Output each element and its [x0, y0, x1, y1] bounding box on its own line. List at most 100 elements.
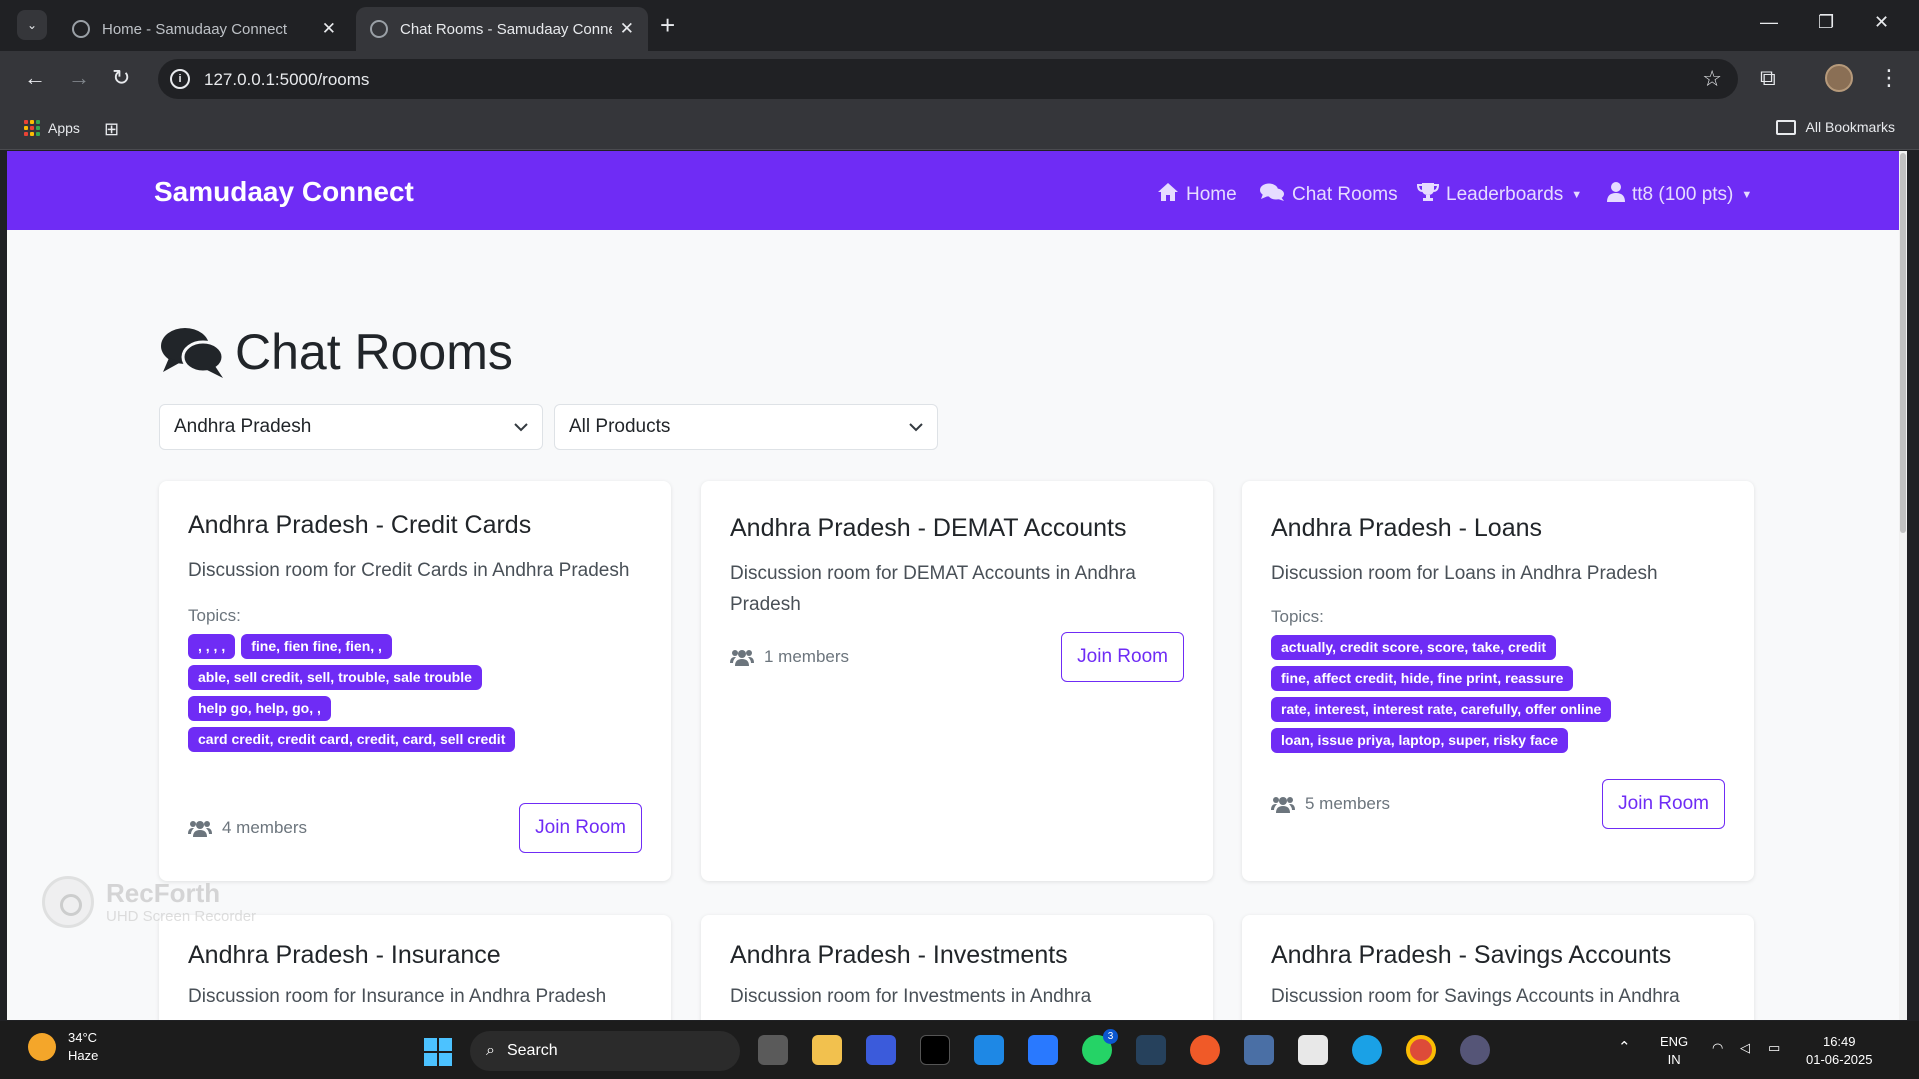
nav-home[interactable]: Home	[1157, 182, 1237, 208]
clock[interactable]: 16:49 01-06-2025	[1806, 1033, 1873, 1069]
scrollbar-thumb[interactable]	[1900, 153, 1906, 533]
nav-chat-rooms[interactable]: Chat Rooms	[1259, 182, 1398, 208]
topics-label: Topics:	[188, 606, 241, 625]
whatsapp-icon[interactable]: 3	[1082, 1029, 1118, 1065]
nav-user-menu[interactable]: tt8 (100 pts) ▼	[1607, 182, 1752, 208]
tab-chat-rooms[interactable]: Chat Rooms - Samudaay Connect ✕	[356, 7, 648, 51]
comments-icon	[159, 324, 225, 380]
start-button[interactable]	[424, 1038, 452, 1066]
tab-search-button[interactable]: ⌄	[17, 10, 47, 40]
tab-favicon-icon	[370, 20, 388, 38]
room-title: Andhra Pradesh - Savings Accounts	[1271, 941, 1672, 969]
all-bookmarks[interactable]: All Bookmarks	[1775, 119, 1895, 135]
search-icon: ⌕	[486, 1042, 495, 1059]
nav-home-label: Home	[1186, 184, 1237, 205]
menu-dots-icon[interactable]: ⋮	[1878, 65, 1900, 91]
edge-icon[interactable]	[1352, 1035, 1382, 1065]
nav-chat-rooms-label: Chat Rooms	[1292, 184, 1398, 205]
chrome-icon[interactable]	[1406, 1035, 1436, 1065]
volume-icon[interactable]: ◁	[1740, 1039, 1750, 1057]
room-description: Discussion room for Investments in Andhr…	[730, 986, 1092, 1007]
room-footer: 4 members Join Room	[188, 803, 642, 853]
site-info-icon[interactable]: i	[170, 69, 190, 89]
room-card-loans: Andhra Pradesh - Loans Discussion room f…	[1242, 481, 1754, 881]
caret-down-icon: ▼	[1741, 189, 1753, 201]
app-icon[interactable]	[1190, 1035, 1220, 1065]
topics-label: Topics:	[1271, 607, 1324, 626]
tab-favicon-icon	[72, 20, 90, 38]
wifi-icon[interactable]: ◠	[1712, 1039, 1723, 1057]
browser-tab-strip: ⌄ Home - Samudaay Connect ✕ Chat Rooms -…	[0, 0, 1919, 51]
product-filter-value: All Products	[569, 416, 671, 437]
window-close-icon[interactable]: ✕	[1874, 12, 1889, 33]
clock-time: 16:49	[1822, 1034, 1856, 1049]
os-taskbar: 34°C Haze ⌕ Search 3 ⌃ ENG IN ◠ ◁ ▭ 16:4…	[0, 1021, 1919, 1079]
back-icon[interactable]: ←	[24, 65, 46, 91]
address-bar[interactable]: i 127.0.0.1:5000/rooms ☆	[158, 59, 1738, 99]
weather-widget[interactable]: 34°C Haze	[28, 1029, 98, 1065]
url-text[interactable]: 127.0.0.1:5000/rooms	[204, 70, 369, 90]
bookmark-star-icon[interactable]: ☆	[1702, 66, 1722, 92]
calculator-icon[interactable]	[1244, 1035, 1274, 1065]
tab-close-icon[interactable]: ✕	[322, 19, 336, 39]
taskbar-search[interactable]: ⌕ Search	[470, 1031, 740, 1071]
product-filter-select[interactable]: All Products	[554, 404, 938, 450]
page-heading: Chat Rooms	[159, 323, 513, 381]
page-scrollbar[interactable]	[1899, 151, 1907, 1020]
user-icon	[1607, 182, 1625, 208]
state-filter-select[interactable]: Andhra Pradesh	[159, 404, 543, 450]
comments-icon	[1259, 182, 1285, 208]
tray-chevron-icon[interactable]: ⌃	[1618, 1039, 1631, 1057]
notepad-icon[interactable]	[1028, 1035, 1058, 1065]
chevron-down-icon	[909, 420, 923, 435]
site-navbar: Samudaay Connect Home Chat Rooms Leaderb…	[7, 151, 1907, 230]
task-view-icon[interactable]	[758, 1035, 788, 1065]
reload-icon[interactable]: ↻	[112, 65, 130, 91]
room-footer: 5 members Join Room	[1271, 779, 1725, 829]
extensions-icon[interactable]: ⧉	[1760, 65, 1776, 91]
trophy-icon	[1416, 182, 1440, 208]
tab-title: Chat Rooms - Samudaay Connect	[400, 20, 612, 38]
room-title: Andhra Pradesh - Insurance	[188, 941, 501, 969]
whatsapp-badge: 3	[1103, 1029, 1118, 1044]
join-room-button[interactable]: Join Room	[1602, 779, 1725, 829]
site-brand[interactable]: Samudaay Connect	[154, 176, 414, 208]
recorder-logo-icon	[42, 876, 94, 928]
member-count: 1 members	[730, 647, 849, 667]
member-count-label: 4 members	[222, 818, 308, 837]
tab-close-icon[interactable]: ✕	[620, 19, 634, 39]
tab-home[interactable]: Home - Samudaay Connect ✕	[58, 7, 350, 51]
join-room-button[interactable]: Join Room	[1061, 632, 1184, 682]
app-icon[interactable]	[866, 1035, 896, 1065]
bookmark-apps[interactable]: Apps	[24, 120, 80, 136]
profile-avatar[interactable]	[1825, 64, 1853, 92]
users-icon	[730, 648, 754, 666]
weather-condition: Haze	[68, 1048, 99, 1063]
topic-badge: fine, fien fine, fien, ,	[241, 634, 392, 659]
clock-date: 01-06-2025	[1806, 1052, 1873, 1067]
tab-title: Home - Samudaay Connect	[102, 20, 288, 38]
weather-temp: 34°C	[68, 1030, 98, 1045]
new-tab-icon[interactable]: +	[660, 11, 675, 39]
restore-icon[interactable]: ❐	[1818, 12, 1834, 33]
vscode-icon[interactable]	[974, 1035, 1004, 1065]
users-icon	[188, 819, 212, 837]
member-count-label: 1 members	[764, 647, 850, 666]
room-card-credit-cards: Andhra Pradesh - Credit Cards Discussion…	[159, 481, 671, 881]
topic-badge: card credit, credit card, credit, card, …	[188, 727, 516, 752]
terminal-icon[interactable]	[920, 1035, 950, 1065]
tab-groups-icon[interactable]: ⊞	[104, 119, 119, 140]
settings-icon[interactable]	[1460, 1035, 1490, 1065]
battery-icon[interactable]: ▭	[1768, 1039, 1780, 1057]
forward-icon[interactable]: →	[68, 65, 90, 91]
store-icon[interactable]	[1298, 1035, 1328, 1065]
lang-top: ENG	[1660, 1034, 1689, 1049]
join-room-button[interactable]: Join Room	[519, 803, 642, 853]
nav-leaderboards[interactable]: Leaderboards ▼	[1416, 182, 1582, 208]
language-indicator[interactable]: ENG IN	[1660, 1033, 1688, 1069]
room-card-demat-accounts: Andhra Pradesh - DEMAT Accounts Discussi…	[701, 481, 1213, 881]
file-explorer-icon[interactable]	[812, 1035, 842, 1065]
nav-leaderboards-label: Leaderboards	[1446, 184, 1564, 205]
minimize-icon[interactable]: —	[1760, 12, 1778, 33]
app-icon[interactable]	[1136, 1035, 1166, 1065]
